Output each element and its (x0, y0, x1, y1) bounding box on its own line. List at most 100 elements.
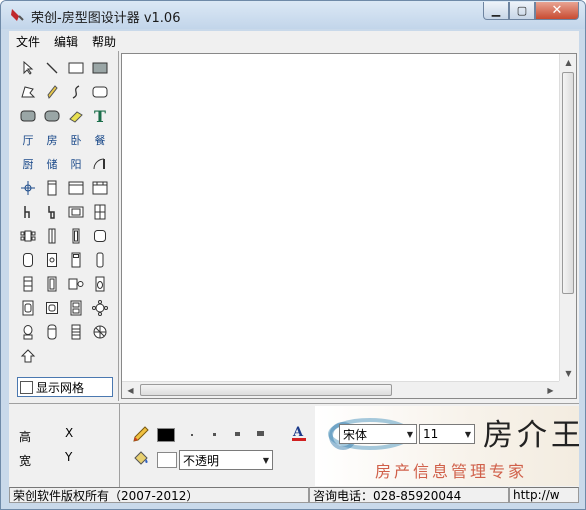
font-size-select[interactable]: 11 ▼ (419, 424, 475, 444)
toilet-icon[interactable] (89, 273, 111, 295)
minimize-button[interactable]: ▁ (483, 2, 509, 20)
window-title: 荣创-房型图设计器 v1.06 (31, 11, 181, 26)
menu-bar: 文件 编辑 帮助 (9, 31, 579, 51)
font-name-value: 宋体 (343, 427, 368, 442)
filled-rectangle-tool-icon[interactable] (89, 57, 111, 79)
line-width-1[interactable] (191, 434, 193, 436)
desk-chair-icon[interactable] (41, 201, 63, 223)
font-color-icon[interactable]: A (291, 424, 307, 442)
fill-color-swatch[interactable] (157, 452, 177, 468)
menu-help[interactable]: 帮助 (85, 33, 123, 50)
shelf-icon[interactable] (17, 273, 39, 295)
pencil-tool-icon[interactable] (41, 81, 63, 103)
sink-icon[interactable] (41, 297, 63, 319)
maximize-button[interactable]: ▢ (509, 2, 535, 20)
room-dining-tool[interactable]: 餐 (89, 129, 111, 151)
curve-tool-icon[interactable] (65, 81, 87, 103)
wardrobe-icon[interactable] (41, 177, 63, 199)
status-bar: 荣创软件版权所有（2007-2012） 咨询电话：028-85920044 ht… (9, 487, 579, 503)
rounded-rectangle-tool-icon[interactable] (89, 81, 111, 103)
room-living-tool[interactable]: 厅 (17, 129, 39, 151)
bookshelf-icon[interactable] (89, 201, 111, 223)
font-size-value: 11 (423, 427, 439, 441)
shower-icon[interactable] (41, 249, 63, 271)
room-sleeping-tool[interactable]: 卧 (65, 129, 87, 151)
bed-single-icon[interactable] (65, 249, 87, 271)
cabinet-icon[interactable] (65, 177, 87, 199)
eraser-tool-icon[interactable] (65, 105, 87, 127)
logo-title: 房介王 (483, 418, 579, 453)
x-label: X (65, 426, 74, 440)
line-width-2[interactable] (213, 433, 216, 436)
height-label: 高 (19, 430, 32, 444)
basin-icon[interactable] (89, 225, 111, 247)
line-tool-icon[interactable] (41, 57, 63, 79)
sofa-icon[interactable] (65, 201, 87, 223)
line-color-swatch[interactable] (157, 428, 175, 442)
narrow-cabinet-icon[interactable] (41, 225, 63, 247)
vertical-scroll-thumb[interactable] (562, 72, 574, 294)
select-pointer-icon[interactable] (17, 57, 39, 79)
chevron-down-icon: ▼ (464, 430, 471, 439)
show-grid-label: 显示网格 (36, 380, 85, 395)
room-kitchen-tool[interactable]: 厨 (17, 153, 39, 175)
scroll-up-icon[interactable]: ▲ (560, 54, 577, 71)
stairs-icon[interactable] (65, 321, 87, 343)
vertical-scrollbar[interactable]: ▲ ▼ (559, 54, 576, 382)
svg-text:A: A (292, 425, 304, 440)
filled-rounded-rectangle-icon[interactable] (17, 105, 39, 127)
filled-ellipse-tool-icon[interactable] (41, 105, 63, 127)
show-grid-checkbox[interactable]: 显示网格 (17, 377, 113, 397)
chair-icon[interactable] (17, 201, 39, 223)
fan-grid-icon[interactable] (89, 321, 111, 343)
text-tool-icon[interactable]: T (89, 105, 111, 127)
scroll-down-icon[interactable]: ▼ (560, 365, 577, 382)
line-width-3[interactable] (235, 432, 240, 436)
compass-icon[interactable] (17, 177, 39, 199)
refrigerator-icon[interactable] (41, 273, 63, 295)
bath-tall-icon[interactable] (41, 321, 63, 343)
squat-toilet-icon[interactable] (17, 321, 39, 343)
table-chair-icon[interactable] (65, 273, 87, 295)
client-area: T 厅 房 卧 餐 厨 储 阳 显示网格 ▲ ▼ ◀ ▶ 高 X 宽 Y 不透明… (9, 51, 579, 503)
drawing-canvas[interactable]: ▲ ▼ ◀ ▶ (121, 53, 577, 399)
tool-palette: T 厅 房 卧 餐 厨 储 阳 显示网格 (9, 51, 119, 401)
washing-machine-icon[interactable] (17, 297, 39, 319)
scroll-left-icon[interactable]: ◀ (122, 382, 139, 399)
room-bedroom-tool[interactable]: 房 (41, 129, 63, 151)
horizontal-scrollbar[interactable]: ◀ ▶ (122, 381, 559, 398)
status-url: http://w (509, 487, 579, 503)
bathtub-icon[interactable] (17, 249, 39, 271)
tall-cabinet-icon[interactable] (65, 225, 87, 247)
stove-icon[interactable] (65, 297, 87, 319)
app-window: 荣创-房型图设计器 v1.06 ▁ ▢ ✕ 文件 编辑 帮助 T 厅 房 卧 餐… (0, 0, 586, 510)
chevron-down-icon: ▼ (262, 456, 269, 465)
rectangle-tool-icon[interactable] (65, 57, 87, 79)
font-name-select[interactable]: 宋体 ▼ (339, 424, 417, 444)
up-arrow-icon[interactable] (17, 345, 39, 367)
close-button[interactable]: ✕ (535, 2, 579, 20)
menu-edit[interactable]: 编辑 (47, 33, 85, 50)
y-label: Y (65, 450, 73, 464)
width-label: 宽 (19, 454, 32, 468)
round-table-icon[interactable] (89, 297, 111, 319)
line-color-pencil-icon (133, 426, 149, 442)
line-width-4[interactable] (257, 431, 264, 436)
status-phone: 咨询电话：028-85920044 (309, 487, 509, 503)
room-balcony-tool[interactable]: 阳 (65, 153, 87, 175)
bench-icon[interactable] (89, 249, 111, 271)
door-arc-icon[interactable] (89, 153, 111, 175)
grid-checkbox-box[interactable] (20, 380, 33, 394)
menu-file[interactable]: 文件 (9, 33, 47, 50)
horizontal-scroll-thumb[interactable] (140, 384, 392, 396)
scroll-corner (559, 381, 576, 398)
scroll-right-icon[interactable]: ▶ (542, 382, 559, 399)
window-frame-icon[interactable] (89, 177, 111, 199)
title-bar[interactable]: 荣创-房型图设计器 v1.06 ▁ ▢ ✕ (1, 1, 585, 29)
opacity-select[interactable]: 不透明 ▼ (179, 450, 273, 470)
polygon-tool-icon[interactable] (17, 81, 39, 103)
panel-divider (119, 404, 120, 488)
dining-table-icon[interactable] (17, 225, 39, 247)
opacity-value: 不透明 (183, 453, 220, 468)
room-storage-tool[interactable]: 储 (41, 153, 63, 175)
